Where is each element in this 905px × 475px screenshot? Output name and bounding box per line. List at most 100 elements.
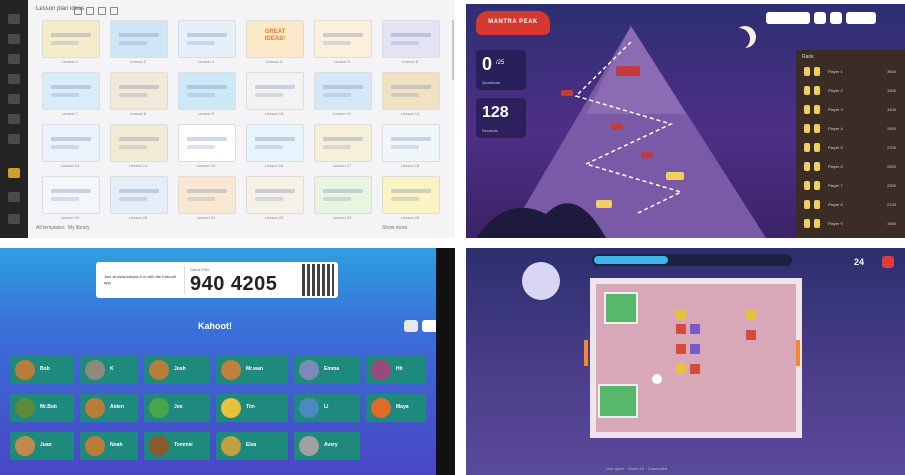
thumbnail-text-bar <box>51 93 79 97</box>
player-avatar-icon <box>15 398 35 418</box>
template-thumbnail[interactable] <box>382 124 440 162</box>
player-avatar-icon <box>299 360 319 380</box>
show-more-link[interactable]: Show more <box>382 225 407 231</box>
thumbnail-text-bar <box>187 41 215 45</box>
template-thumbnail[interactable] <box>110 124 168 162</box>
player-tile[interactable]: Juan <box>10 432 74 460</box>
player-tile[interactable]: Mr.wan <box>216 356 288 384</box>
template-thumbnail[interactable] <box>246 72 304 110</box>
player-tile[interactable]: Hh <box>366 356 426 384</box>
list-view-icon[interactable] <box>74 7 82 15</box>
template-thumbnail[interactable] <box>178 124 236 162</box>
template-thumbnail[interactable] <box>314 124 372 162</box>
thumbnail-text-bar <box>323 145 351 149</box>
player-tile[interactable]: Bob <box>10 356 74 384</box>
player-avatar <box>814 105 820 114</box>
home-icon[interactable] <box>8 14 20 24</box>
thumbnail-title-bar <box>323 137 363 141</box>
player-score: 2100 <box>887 202 896 207</box>
template-thumbnail[interactable] <box>246 176 304 214</box>
player-name: Aiden <box>110 404 124 410</box>
template-thumbnail[interactable] <box>178 72 236 110</box>
player-score: 3100 <box>887 107 896 112</box>
crate <box>690 324 700 334</box>
player-name: K <box>110 366 114 372</box>
player-name: Player 3 <box>828 107 843 112</box>
player-name: Josh <box>174 366 186 372</box>
player-tile[interactable]: Avery <box>294 432 360 460</box>
template-thumbnail[interactable] <box>42 72 100 110</box>
lock-button[interactable] <box>404 320 418 332</box>
player-tile[interactable]: Joe <box>144 394 210 422</box>
thumbnail-caption: Lesson 2 <box>129 59 147 64</box>
clock-icon[interactable] <box>8 94 20 104</box>
thumbnail-title-bar <box>51 137 91 141</box>
door-right <box>796 340 800 366</box>
thumbnail-title-bar <box>51 85 91 89</box>
player-tile[interactable]: Noah <box>80 432 138 460</box>
fullscreen-button[interactable] <box>830 12 842 24</box>
filter-icon[interactable] <box>98 7 106 15</box>
footer-link-library[interactable]: My library <box>68 225 90 231</box>
template-thumbnail[interactable] <box>314 72 372 110</box>
grid-icon[interactable] <box>8 54 20 64</box>
templates-icon[interactable] <box>8 168 20 178</box>
folder-icon[interactable] <box>8 34 20 44</box>
sort-icon[interactable] <box>110 7 118 15</box>
player-tile[interactable]: Emma <box>294 356 360 384</box>
trash-icon[interactable] <box>8 134 20 144</box>
help-icon[interactable] <box>8 214 20 224</box>
thumbnail-text-bar <box>255 93 283 97</box>
template-thumbnail[interactable] <box>178 176 236 214</box>
pin-label: Game PIN: <box>190 267 210 272</box>
settings-icon[interactable] <box>8 192 20 202</box>
view-toggles <box>74 7 118 15</box>
thumbnail-caption: Lesson 23 <box>332 215 352 220</box>
exit-button[interactable] <box>882 256 894 268</box>
player-tile[interactable]: Josh <box>144 356 210 384</box>
footer-link-all[interactable]: All templates <box>36 225 65 231</box>
leaderboard-row: Player 8 2100 <box>800 197 902 213</box>
scrollbar[interactable] <box>452 20 454 80</box>
template-thumbnail[interactable] <box>178 20 236 58</box>
player-tile[interactable]: Li <box>294 394 360 422</box>
volume-button[interactable] <box>814 12 826 24</box>
template-thumbnail[interactable] <box>110 72 168 110</box>
join-lobby-panel: Join at www.kahoot.it or with the Kahoot… <box>0 248 455 475</box>
template-thumbnail[interactable] <box>42 124 100 162</box>
topdown-game-panel: 24 Live game · Room 10 · Connected <box>466 248 905 475</box>
thumbnail-caption: Lesson 1 <box>61 59 79 64</box>
template-thumbnail[interactable] <box>246 124 304 162</box>
checkpoint-marker <box>611 124 623 130</box>
share-icon[interactable] <box>8 114 20 124</box>
thumbnail-text-bar <box>323 93 351 97</box>
template-thumbnail[interactable] <box>110 176 168 214</box>
template-thumbnail[interactable]: GREAT IDEAS! <box>246 20 304 58</box>
join-instructions: Join at www.kahoot.it or with the Kahoot… <box>104 274 177 285</box>
template-thumbnail[interactable] <box>110 20 168 58</box>
template-thumbnail[interactable] <box>314 20 372 58</box>
template-thumbnail[interactable] <box>382 176 440 214</box>
thumbnail-title-bar <box>51 33 91 37</box>
end-button[interactable] <box>846 12 876 24</box>
player-tile[interactable]: Tim <box>216 394 288 422</box>
template-thumbnail[interactable] <box>42 176 100 214</box>
player-tile[interactable]: Aiden <box>80 394 138 422</box>
star-icon[interactable] <box>8 74 20 84</box>
player-avatar-icon <box>85 360 105 380</box>
player-tile[interactable]: Tommie <box>144 432 210 460</box>
thumbnail-headline: GREAT IDEAS! <box>264 29 286 42</box>
template-thumbnail[interactable] <box>382 72 440 110</box>
template-thumbnail[interactable] <box>42 20 100 58</box>
template-thumbnail[interactable] <box>314 176 372 214</box>
player-tile[interactable]: Mr.Bob <box>10 394 74 422</box>
player-avatar-icon <box>299 398 319 418</box>
player-name: Player 5 <box>828 145 843 150</box>
grid-view-icon[interactable] <box>86 7 94 15</box>
thumbnail-title-bar <box>323 189 363 193</box>
crate <box>746 310 756 320</box>
player-tile[interactable]: Elsa <box>216 432 288 460</box>
template-thumbnail[interactable] <box>382 20 440 58</box>
player-tile[interactable]: K <box>80 356 138 384</box>
player-tile[interactable]: Maya <box>366 394 426 422</box>
